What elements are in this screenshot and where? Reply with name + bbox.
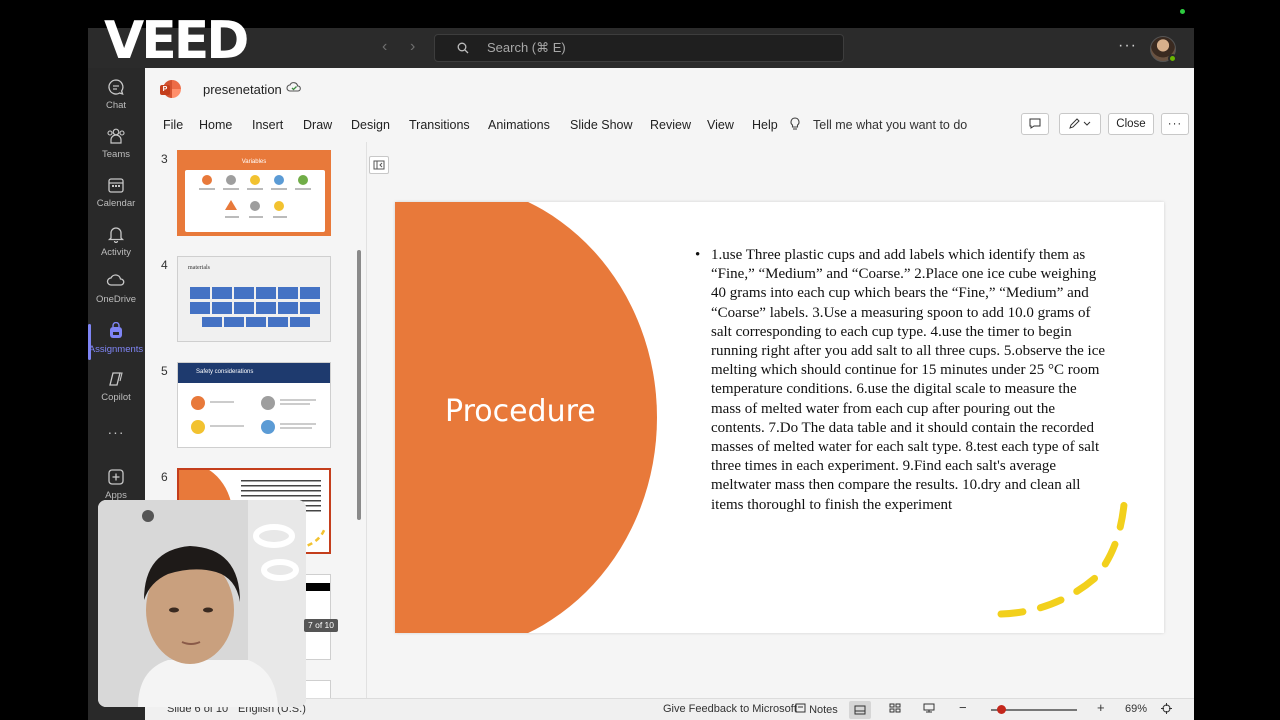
slide-counter-badge: 7 of 10: [304, 619, 338, 632]
calendar-icon: [88, 176, 144, 198]
fit-to-window-button[interactable]: [1161, 703, 1172, 717]
yellow-ink-stroke[interactable]: [995, 482, 1145, 622]
slide-sorter-button[interactable]: [889, 703, 901, 716]
rail-item-chat[interactable]: Chat: [88, 74, 144, 120]
rail-item-label: Teams: [102, 149, 130, 160]
apps-plus-icon: [88, 468, 144, 490]
pen-icon: [1068, 118, 1092, 133]
tab-view[interactable]: View: [707, 118, 734, 132]
tab-design[interactable]: Design: [351, 118, 390, 132]
tab-review[interactable]: Review: [650, 118, 691, 132]
editing-mode-button[interactable]: [1059, 113, 1101, 135]
more-options-button[interactable]: ···: [1161, 113, 1189, 135]
slide-thumbnail-3[interactable]: Variables: [177, 150, 331, 236]
file-name[interactable]: presenetation: [203, 82, 282, 97]
thumbnail-number: 3: [161, 152, 168, 166]
chevron-left-icon[interactable]: ‹: [382, 38, 387, 56]
presence-available-icon: [1168, 54, 1177, 63]
veed-watermark-logo: VEED: [104, 14, 250, 64]
teams-icon: [88, 127, 144, 149]
zoom-out-icon[interactable]: −: [959, 700, 967, 715]
collapse-pane-button[interactable]: [369, 156, 389, 174]
rail-item-teams[interactable]: Teams: [88, 123, 144, 169]
zoom-slider-thumb[interactable]: [997, 705, 1006, 714]
presenter-icon: [923, 703, 935, 716]
slide-body-content: 1.use Three plastic cups and add labels …: [711, 247, 1106, 513]
chevron-right-icon[interactable]: ›: [410, 38, 415, 56]
tab-draw[interactable]: Draw: [303, 118, 332, 132]
slide-thumbnail-5[interactable]: Safety considerations: [177, 362, 331, 448]
rail-item-label: Assignments: [88, 344, 144, 355]
rail-item-label: Activity: [100, 247, 132, 258]
rail-item-label: Chat: [105, 100, 127, 111]
chat-icon: [88, 78, 144, 100]
notes-label: Notes: [809, 704, 838, 716]
thumbnails-scrollbar[interactable]: [357, 250, 361, 520]
tab-file[interactable]: File: [163, 118, 183, 132]
reading-view-button[interactable]: [923, 703, 935, 716]
tab-animations[interactable]: Animations: [488, 118, 550, 132]
rail-item-onedrive[interactable]: OneDrive: [88, 268, 144, 314]
thumbnail-number: 5: [161, 364, 168, 378]
zoom-in-icon[interactable]: +: [1097, 700, 1105, 715]
lightbulb-icon: [789, 117, 801, 134]
thumbnail-title: Variables: [241, 159, 267, 165]
cloud-saved-icon[interactable]: [286, 81, 302, 96]
rail-item-activity[interactable]: Activity: [88, 221, 144, 267]
zoom-level[interactable]: 69%: [1125, 703, 1147, 715]
thumbnail-number: 6: [161, 470, 168, 484]
feedback-link[interactable]: Give Feedback to Microsoft: [663, 703, 797, 715]
collapse-pane-icon: [373, 160, 385, 172]
tab-transitions[interactable]: Transitions: [409, 118, 470, 132]
more-options-icon[interactable]: ···: [1118, 37, 1137, 55]
bullet-icon: •: [695, 247, 701, 263]
cloud-icon: [88, 272, 144, 294]
recording-indicator-icon: [1180, 9, 1185, 14]
slide-body-text[interactable]: • 1.use Three plastic cups and add labels…: [695, 246, 1107, 515]
file-bar: P presenetation: [145, 68, 1194, 108]
close-button[interactable]: Close: [1108, 113, 1154, 135]
rail-item-calendar[interactable]: Calendar: [88, 172, 144, 218]
avatar[interactable]: [1150, 36, 1177, 63]
rail-item-label: Copilot: [101, 392, 131, 403]
copilot-icon: [88, 370, 144, 392]
powerpoint-logo-icon: P: [160, 80, 181, 98]
notes-icon: [795, 703, 806, 716]
slide-thumbnail-4[interactable]: materials: [177, 256, 331, 342]
bell-icon: [88, 225, 144, 247]
rail-item-more[interactable]: ···: [88, 424, 144, 452]
tab-help[interactable]: Help: [752, 118, 778, 132]
comments-button[interactable]: [1021, 113, 1049, 135]
fit-window-icon: [1161, 703, 1172, 717]
backpack-icon: [88, 321, 144, 344]
search-placeholder: Search (⌘ E): [487, 40, 566, 55]
rail-item-label: OneDrive: [95, 294, 137, 305]
normal-view-button[interactable]: [849, 701, 871, 719]
tell-me-search[interactable]: Tell me what you want to do: [790, 117, 968, 132]
thumbnail-number: 4: [161, 258, 168, 272]
notes-button[interactable]: Notes: [795, 703, 838, 716]
search-input[interactable]: Search (⌘ E): [434, 34, 844, 62]
comment-icon: [1029, 118, 1041, 132]
slide-sorter-icon: [889, 703, 901, 716]
tab-insert[interactable]: Insert: [252, 118, 283, 132]
rail-item-copilot[interactable]: Copilot: [88, 366, 144, 412]
tell-me-label: Tell me what you want to do: [813, 118, 968, 132]
more-icon: ···: [107, 424, 125, 440]
tab-slide-show[interactable]: Slide Show: [570, 118, 633, 132]
rail-item-assignments[interactable]: Assignments: [88, 318, 144, 364]
webcam-overlay: [98, 500, 306, 707]
ribbon-tabs: File Home Insert Draw Design Transitions…: [145, 108, 1194, 142]
slide-title[interactable]: Procedure: [445, 394, 596, 429]
rail-item-label: Calendar: [96, 198, 136, 209]
slide-canvas[interactable]: Procedure • 1.use Three plastic cups and …: [395, 202, 1164, 633]
veed-logo-text: VEED: [104, 14, 247, 64]
tab-home[interactable]: Home: [199, 118, 232, 132]
normal-view-icon: [849, 705, 866, 718]
search-icon: [457, 35, 469, 63]
